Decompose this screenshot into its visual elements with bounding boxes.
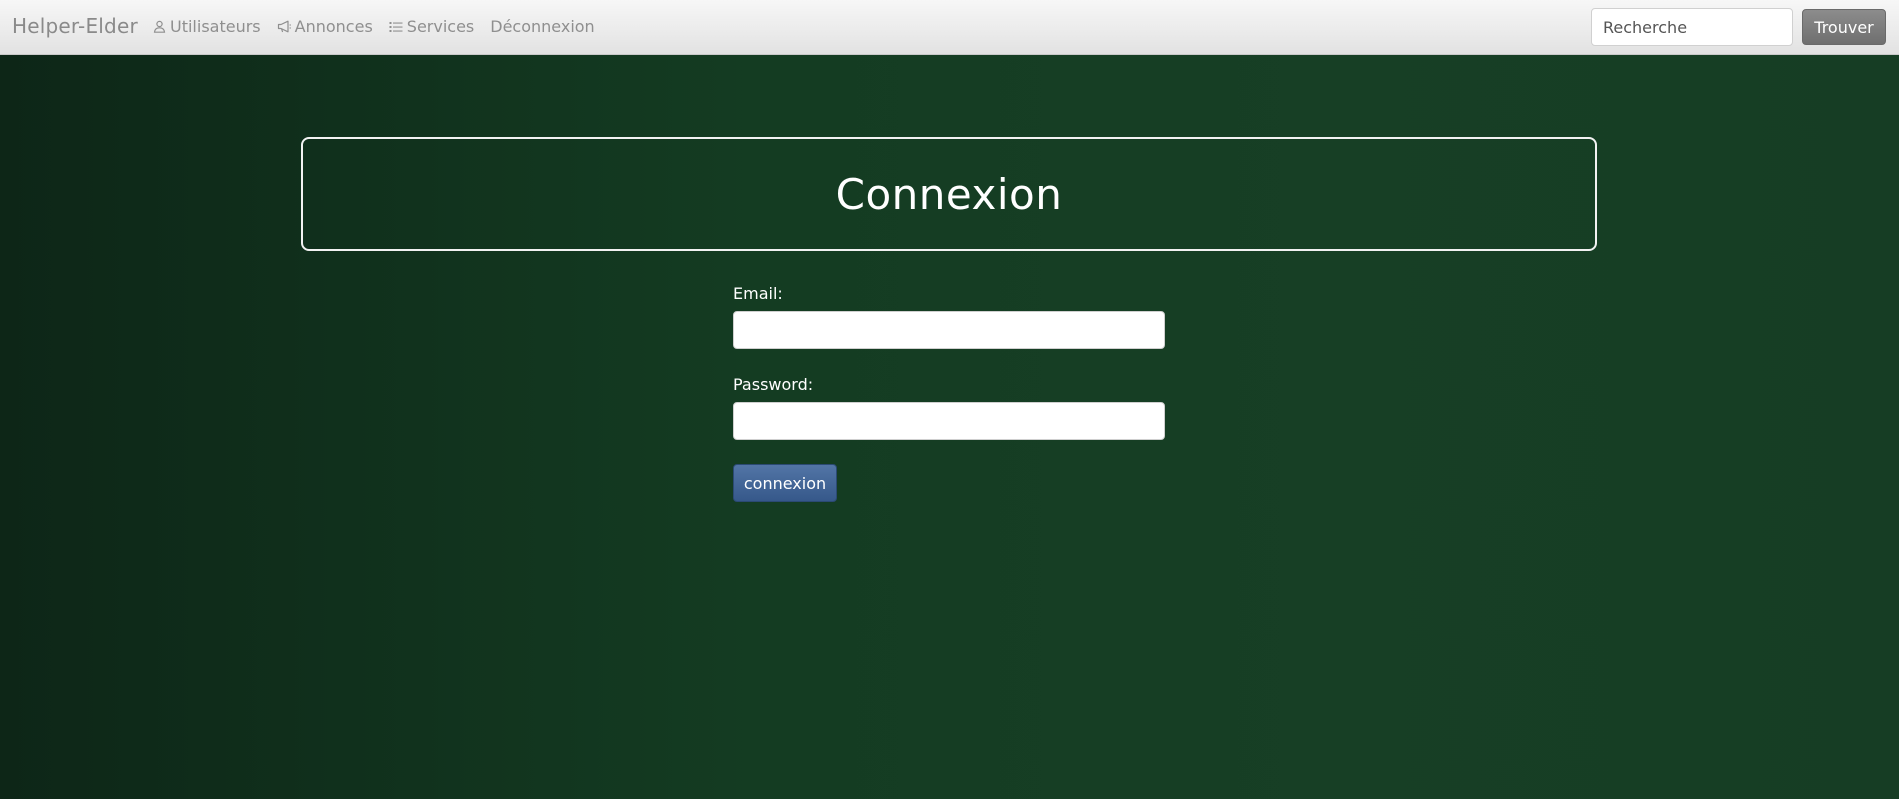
top-navbar: Helper-Elder Utilisateurs Annonces Servi… <box>0 0 1899 55</box>
nav-item-annonces[interactable]: Annonces <box>277 17 373 36</box>
search-input[interactable] <box>1591 8 1793 46</box>
email-group: Email: <box>733 284 1165 349</box>
nav-item-utilisateurs[interactable]: Utilisateurs <box>152 17 261 36</box>
megaphone-icon <box>277 19 292 34</box>
email-field[interactable] <box>733 311 1165 349</box>
nav-label-deconnexion: Déconnexion <box>490 17 595 36</box>
password-field[interactable] <box>733 402 1165 440</box>
password-group: Password: <box>733 375 1165 440</box>
title-box: Connexion <box>301 137 1597 251</box>
brand-link[interactable]: Helper-Elder <box>12 14 138 38</box>
page-title: Connexion <box>835 169 1063 219</box>
nav-links: Utilisateurs Annonces Services Déconnexi… <box>152 17 595 36</box>
email-label: Email: <box>733 284 783 303</box>
nav-label-utilisateurs: Utilisateurs <box>170 17 261 36</box>
nav-label-services: Services <box>406 17 475 36</box>
user-icon <box>152 19 167 34</box>
nav-item-services[interactable]: Services <box>389 17 474 36</box>
nav-item-deconnexion[interactable]: Déconnexion <box>490 17 594 36</box>
search-button[interactable]: Trouver <box>1802 9 1886 45</box>
list-icon <box>389 19 404 34</box>
password-label: Password: <box>733 375 814 394</box>
nav-label-annonces: Annonces <box>294 17 373 36</box>
connexion-button[interactable]: connexion <box>733 464 837 502</box>
login-form: Email: Password: connexion <box>733 284 1165 502</box>
